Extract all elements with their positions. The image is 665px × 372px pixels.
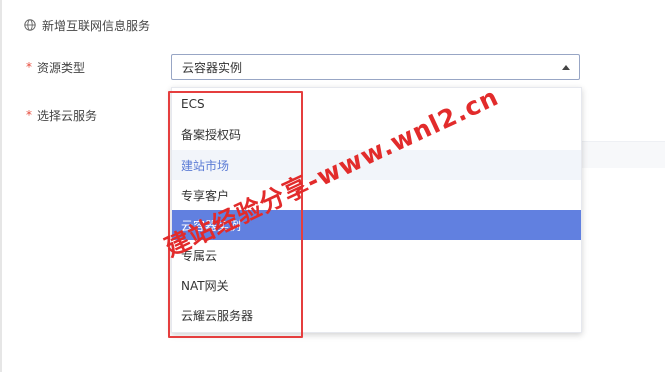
section-header: 新增互联网信息服务	[24, 14, 150, 36]
resource-type-select-value: 云容器实例	[182, 60, 243, 75]
dropdown-option-site-market[interactable]: 建站市场	[172, 150, 581, 180]
cloud-service-label-text: 选择云服务	[37, 108, 98, 123]
dropdown-option-dedicated-cloud[interactable]: 专属云	[172, 240, 581, 270]
dropdown-option-flexus-server[interactable]: 云耀云服务器	[172, 300, 581, 330]
cloud-service-label: * 选择云服务	[26, 102, 97, 128]
resource-type-label: * 资源类型	[26, 54, 85, 80]
dropdown-option-filing-auth-code[interactable]: 备案授权码	[172, 119, 581, 149]
dropdown-option-cloud-container-instance[interactable]: 云容器实例	[172, 210, 581, 240]
dropdown-option-nat-gateway[interactable]: NAT网关	[172, 270, 581, 300]
globe-icon	[24, 19, 36, 31]
required-mark: *	[26, 108, 32, 122]
caret-up-icon[interactable]	[562, 65, 570, 70]
resource-type-select[interactable]: 云容器实例	[171, 54, 580, 80]
section-title: 新增互联网信息服务	[42, 18, 151, 33]
dropdown-option-ecs[interactable]: ECS	[172, 89, 581, 119]
background-panel	[582, 141, 665, 168]
page-left-border	[0, 0, 2, 372]
resource-type-label-text: 资源类型	[37, 60, 86, 75]
dropdown-option-exclusive-customer[interactable]: 专享客户	[172, 180, 581, 210]
resource-type-dropdown: ECS 备案授权码 建站市场 专享客户 云容器实例 专属云 NAT网关 云耀云服…	[171, 87, 582, 333]
required-mark: *	[26, 60, 32, 74]
